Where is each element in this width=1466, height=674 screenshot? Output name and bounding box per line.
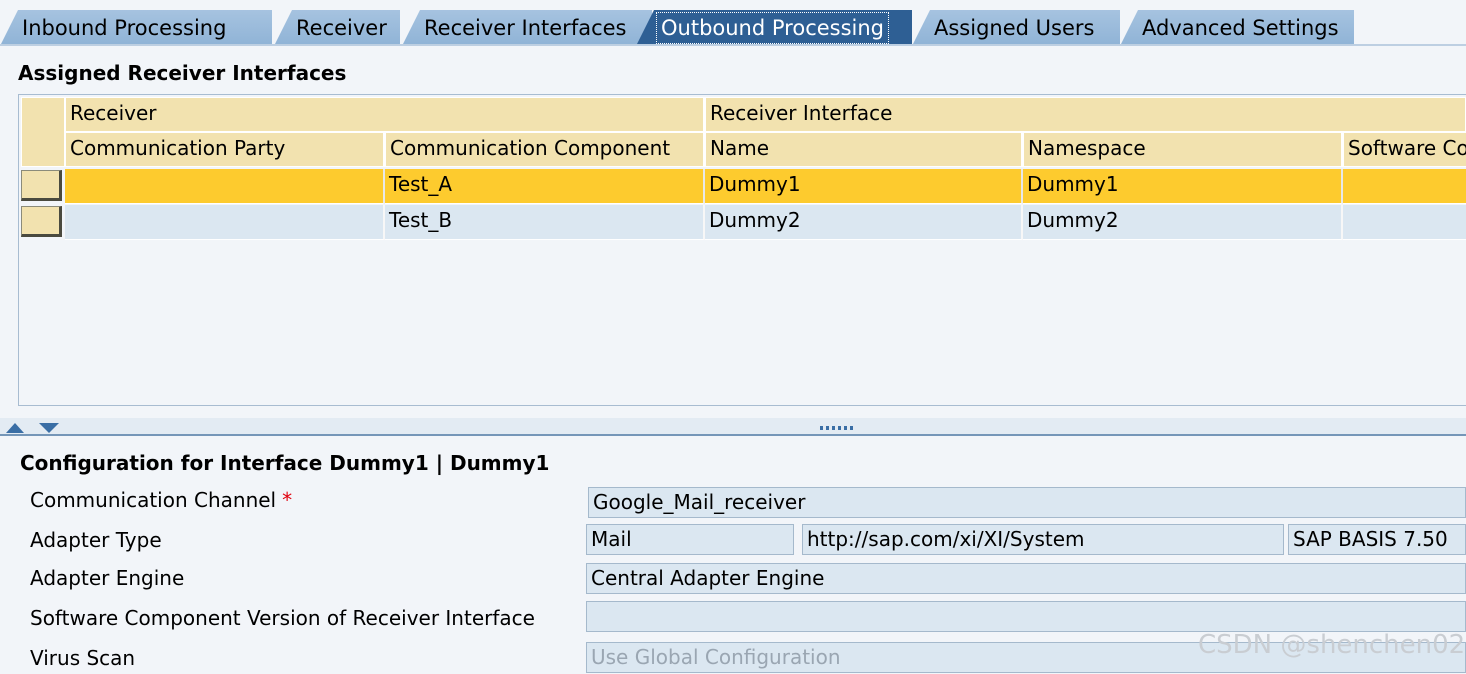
tab-assigned-users[interactable]: Assigned Users — [912, 10, 1120, 46]
table-cell-software[interactable] — [1343, 169, 1466, 204]
table-cell-component[interactable]: Test_B — [385, 205, 705, 240]
table-cell-name[interactable]: Dummy1 — [705, 169, 1023, 204]
column-header-namespace[interactable]: Namespace — [1023, 132, 1343, 167]
tab-receiver-interfaces[interactable]: Receiver Interfaces — [402, 10, 652, 46]
adapter-type-field: Mail — [586, 524, 794, 555]
table-cell-namespace[interactable]: Dummy2 — [1023, 205, 1343, 240]
row-selector-button[interactable] — [21, 170, 62, 201]
collapse-up-icon[interactable] — [6, 423, 24, 433]
tab-label: Receiver — [296, 16, 387, 40]
column-header-communication-party[interactable]: Communication Party — [65, 132, 385, 167]
label-adapter-type: Adapter Type — [30, 528, 162, 552]
section-title-assigned-receiver-interfaces: Assigned Receiver Interfaces — [18, 61, 347, 85]
table-cell-namespace[interactable]: Dummy1 — [1023, 169, 1343, 204]
adapter-engine-dropdown[interactable]: Central Adapter Engine — [586, 563, 1466, 594]
section-title-configuration: Configuration for Interface Dummy1 | Dum… — [20, 451, 550, 475]
label-virus-scan: Virus Scan — [30, 646, 136, 670]
column-header-name[interactable]: Name — [705, 132, 1023, 167]
label-text: Communication Channel — [30, 488, 277, 512]
row-selector-button[interactable] — [21, 206, 62, 237]
receiver-interfaces-table: Receiver Receiver Interface Communicatio… — [18, 94, 1466, 406]
tab-receiver[interactable]: Receiver — [274, 10, 400, 46]
label-software-component-version: Software Component Version of Receiver I… — [30, 606, 535, 630]
group-header-receiver-interface: Receiver Interface — [705, 97, 1466, 132]
watermark-text: CSDN @shenchen02 — [1198, 630, 1466, 660]
label-adapter-engine: Adapter Engine — [30, 566, 185, 590]
software-component-version-field[interactable] — [586, 601, 1466, 632]
tab-strip: Inbound Processing Receiver Receiver Int… — [0, 0, 1466, 46]
table-cell-software[interactable] — [1343, 205, 1466, 240]
adapter-swcv-field: SAP BASIS 7.50 — [1288, 524, 1466, 555]
tab-label: Inbound Processing — [22, 16, 227, 40]
column-header-software-component[interactable]: Software Co — [1343, 132, 1466, 167]
tab-label: Advanced Settings — [1142, 16, 1339, 40]
tab-advanced-settings[interactable]: Advanced Settings — [1120, 10, 1354, 46]
pane-splitter — [0, 418, 1466, 436]
row-selector-header — [21, 97, 65, 167]
table-cell-component[interactable]: Test_A — [385, 169, 705, 204]
adapter-namespace-field: http://sap.com/xi/XI/System — [802, 524, 1284, 555]
tab-label: Receiver Interfaces — [424, 16, 627, 40]
group-header-receiver: Receiver — [65, 97, 705, 132]
table-cell-party[interactable] — [65, 205, 385, 240]
tab-label: Outbound Processing — [655, 12, 890, 44]
table-cell-name[interactable]: Dummy2 — [705, 205, 1023, 240]
required-marker: * — [282, 488, 293, 512]
expand-down-icon[interactable] — [39, 423, 59, 433]
tab-outbound-processing[interactable]: Outbound Processing — [636, 10, 912, 46]
tab-inbound-processing[interactable]: Inbound Processing — [0, 10, 272, 46]
splitter-grip-handle[interactable] — [820, 426, 856, 430]
tab-label: Assigned Users — [934, 16, 1095, 40]
communication-channel-field[interactable]: Google_Mail_receiver — [588, 487, 1466, 518]
column-header-communication-component[interactable]: Communication Component — [385, 132, 705, 167]
table-cell-party[interactable] — [65, 169, 385, 204]
label-communication-channel: Communication Channel * — [30, 485, 292, 515]
